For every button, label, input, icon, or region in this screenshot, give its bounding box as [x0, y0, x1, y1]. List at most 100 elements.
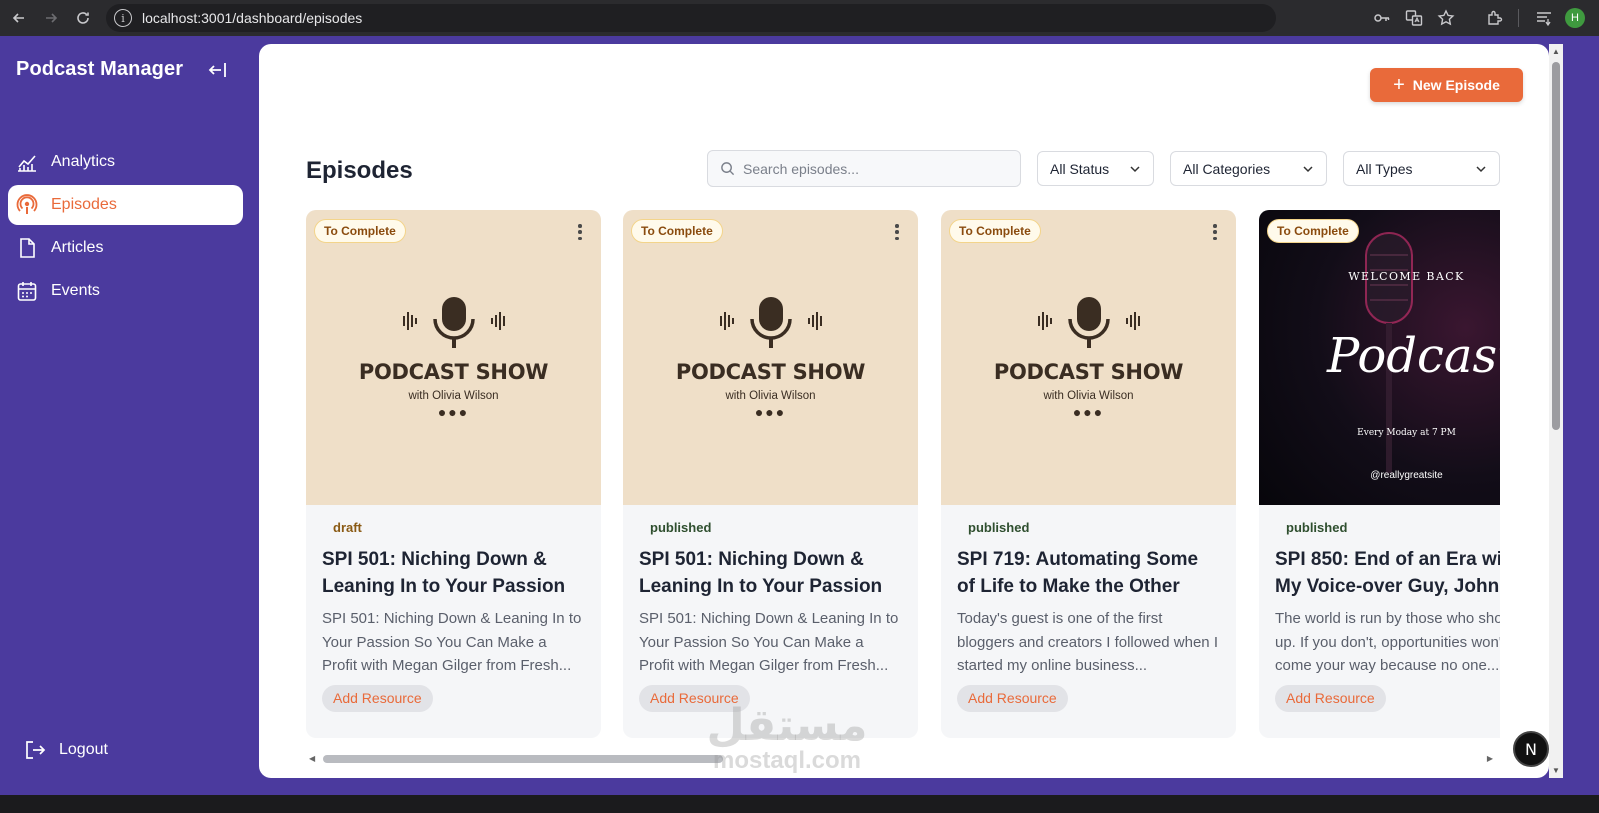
- search-input[interactable]: [743, 160, 1003, 177]
- status-filter-value: All Status: [1050, 160, 1110, 177]
- add-resource-button[interactable]: Add Resource: [1275, 685, 1386, 712]
- analytics-icon: [18, 155, 36, 172]
- category-filter-select[interactable]: All Categories: [1170, 151, 1327, 186]
- status-badge: published: [968, 520, 1030, 535]
- sidebar-item-label: Analytics: [51, 153, 116, 170]
- cover-title: PODCAST SHOW: [358, 360, 549, 384]
- bookmark-star-icon[interactable]: [1431, 3, 1461, 33]
- sidebar-item-analytics[interactable]: Analytics: [8, 142, 243, 182]
- translate-icon[interactable]: [1399, 3, 1429, 33]
- cover-host: with Olivia Wilson: [408, 390, 499, 402]
- episode-title[interactable]: SPI 501: Niching Down & Leaning In to Yo…: [639, 546, 902, 600]
- cover-host: with Olivia Wilson: [725, 390, 816, 402]
- cover-dots: ●●●: [437, 404, 470, 420]
- episode-thumbnail[interactable]: To Complete PODCAST SHOW with Olivia Wil…: [941, 210, 1236, 505]
- cover-title: Podcast: [1327, 328, 1500, 384]
- podcast-cover-art: PODCAST SHOW with Olivia Wilson ●●●: [941, 293, 1236, 420]
- horizontal-scrollbar[interactable]: ◀ ▶: [309, 750, 1499, 766]
- plus-icon: +: [1393, 74, 1405, 96]
- collapse-sidebar-icon[interactable]: [206, 58, 230, 82]
- profile-avatar[interactable]: H: [1565, 8, 1585, 28]
- microphone-icon: [719, 297, 822, 348]
- calendar-icon: [17, 282, 37, 301]
- add-resource-button[interactable]: Add Resource: [957, 685, 1068, 712]
- episode-card[interactable]: WELCOME BACK Podcast Every Moday at 7 PM…: [1259, 210, 1500, 738]
- podcast-icon: [16, 194, 38, 214]
- episode-description: SPI 501: Niching Down & Leaning In to Yo…: [322, 610, 582, 674]
- cover-title: PODCAST SHOW: [675, 360, 866, 384]
- password-key-icon[interactable]: [1367, 3, 1397, 33]
- toolbar-divider: [1469, 9, 1470, 27]
- logout-button[interactable]: Logout: [24, 739, 108, 761]
- cover-host: with Olivia Wilson: [1043, 390, 1134, 402]
- episode-description: Today's guest is one of the first blogge…: [957, 610, 1218, 674]
- toolbar-divider: [1518, 9, 1519, 27]
- cover-welcome-text: WELCOME BACK: [1348, 270, 1465, 283]
- taskbar: [0, 795, 1599, 813]
- episode-title[interactable]: SPI 850: End of an Era with My Voice-ove…: [1275, 546, 1500, 600]
- cover-schedule: Every Moday at 7 PM: [1357, 428, 1456, 438]
- page-title: Episodes: [306, 157, 413, 184]
- document-icon: [20, 238, 35, 258]
- logout-label: Logout: [59, 741, 108, 758]
- chevron-down-icon: [1303, 165, 1313, 172]
- scroll-right-icon[interactable]: ▶: [1487, 754, 1493, 763]
- episode-description: SPI 501: Niching Down & Leaning In to Yo…: [639, 610, 899, 674]
- episode-thumbnail[interactable]: To Complete PODCAST SHOW with Olivia Wil…: [623, 210, 918, 505]
- reload-icon[interactable]: [70, 5, 96, 31]
- podcast-cover-art: PODCAST SHOW with Olivia Wilson ●●●: [623, 293, 918, 420]
- scroll-left-icon[interactable]: ◀: [309, 754, 315, 763]
- sidebar-item-label: Episodes: [51, 196, 117, 213]
- forward-icon[interactable]: [38, 5, 64, 31]
- back-icon[interactable]: [6, 5, 32, 31]
- vertical-scroll-thumb[interactable]: [1552, 62, 1560, 430]
- status-badge: draft: [333, 520, 362, 535]
- type-filter-select[interactable]: All Types: [1343, 151, 1500, 186]
- more-options-icon[interactable]: [1210, 222, 1220, 242]
- episode-thumbnail[interactable]: WELCOME BACK Podcast Every Moday at 7 PM…: [1259, 210, 1500, 505]
- episode-card[interactable]: To Complete PODCAST SHOW with Olivia Wil…: [623, 210, 918, 738]
- vertical-scrollbar[interactable]: ▲ ▼: [1549, 44, 1563, 778]
- new-episode-button[interactable]: + New Episode: [1370, 68, 1523, 102]
- episode-title[interactable]: SPI 501: Niching Down & Leaning In to Yo…: [322, 546, 585, 600]
- app-brand: Podcast Manager: [16, 58, 184, 80]
- status-badge: published: [1286, 520, 1348, 535]
- chevron-down-icon: [1130, 165, 1140, 172]
- episode-title[interactable]: SPI 719: Automating Some of Life to Make…: [957, 546, 1220, 600]
- more-options-icon[interactable]: [575, 222, 585, 242]
- address-bar[interactable]: i localhost:3001/dashboard/episodes: [106, 4, 1276, 32]
- sidebar-menu: Analytics Episodes Articles Events: [8, 142, 243, 314]
- scroll-down-icon[interactable]: ▼: [1552, 766, 1560, 775]
- sidebar-item-events[interactable]: Events: [8, 271, 243, 311]
- sidebar: Podcast Manager Analytics Episodes Artic…: [0, 36, 259, 813]
- search-box: [707, 150, 1021, 187]
- site-info-icon[interactable]: i: [114, 9, 132, 27]
- new-episode-label: New Episode: [1412, 77, 1500, 93]
- cover-handle: @reallygreatsite: [1370, 470, 1443, 481]
- watermark: مستقل mostaql.com: [687, 704, 887, 774]
- horizontal-scroll-thumb[interactable]: [323, 755, 723, 763]
- scroll-up-icon[interactable]: ▲: [1552, 47, 1560, 56]
- episode-cards-carousel[interactable]: To Complete PODCAST SHOW with Olivia Wil…: [306, 210, 1500, 742]
- episode-thumbnail[interactable]: To Complete PODCAST SHOW with Olivia Wil…: [306, 210, 601, 505]
- add-resource-button[interactable]: Add Resource: [322, 685, 433, 712]
- sidebar-item-label: Events: [51, 282, 100, 299]
- sidebar-item-articles[interactable]: Articles: [8, 228, 243, 268]
- completion-badge: To Complete: [1267, 219, 1359, 243]
- watermark-arabic: مستقل: [706, 700, 868, 751]
- completion-badge: To Complete: [314, 219, 406, 243]
- status-filter-select[interactable]: All Status: [1037, 151, 1154, 186]
- episode-card[interactable]: To Complete PODCAST SHOW with Olivia Wil…: [941, 210, 1236, 738]
- podcast-cover-art: PODCAST SHOW with Olivia Wilson ●●●: [306, 293, 601, 420]
- extensions-icon[interactable]: [1480, 3, 1510, 33]
- watermark-latin: mostaql.com: [712, 747, 862, 774]
- search-icon: [721, 162, 735, 176]
- sidebar-item-episodes[interactable]: Episodes: [8, 185, 243, 225]
- more-options-icon[interactable]: [892, 222, 902, 242]
- episode-card[interactable]: To Complete PODCAST SHOW with Olivia Wil…: [306, 210, 601, 738]
- nextjs-devtools-badge[interactable]: N: [1513, 731, 1549, 767]
- microphone-icon: [1037, 297, 1140, 348]
- main-panel: + New Episode Episodes All Status All Ca…: [259, 44, 1549, 778]
- type-filter-value: All Types: [1356, 160, 1413, 177]
- reading-list-icon[interactable]: [1529, 3, 1559, 33]
